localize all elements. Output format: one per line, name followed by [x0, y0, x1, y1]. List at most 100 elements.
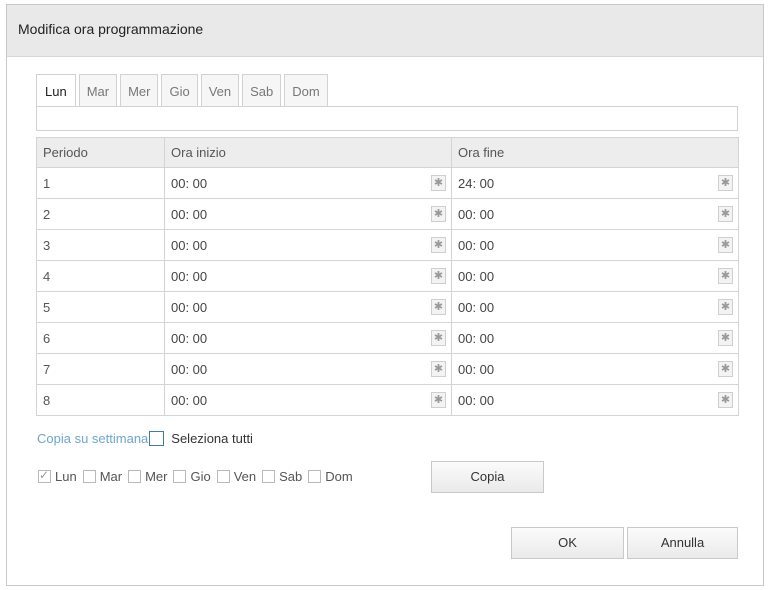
- start-time-value: 00: 00: [171, 237, 208, 253]
- column-header-end: Ora fine: [451, 137, 739, 168]
- end-time-field[interactable]: 00: 00 ✱: [451, 353, 739, 385]
- period-cell: 6: [36, 322, 165, 354]
- end-time-field[interactable]: 00: 00 ✱: [451, 291, 739, 323]
- start-time-field[interactable]: 00: 00 ✱: [164, 291, 452, 323]
- period-cell: 4: [36, 260, 165, 292]
- table-row: 1 00: 00 ✱ 24: 00 ✱: [36, 167, 739, 199]
- period-cell: 8: [36, 384, 165, 416]
- cancel-button[interactable]: Annulla: [627, 527, 738, 559]
- start-time-value: 00: 00: [171, 361, 208, 377]
- ok-button[interactable]: OK: [511, 527, 624, 559]
- start-time-value: 00: 00: [171, 175, 208, 191]
- period-cell: 5: [36, 291, 165, 323]
- end-time-field[interactable]: 00: 00 ✱: [451, 384, 739, 416]
- tab-mar[interactable]: Mar: [78, 74, 118, 107]
- clock-picker-icon[interactable]: ✱: [431, 206, 446, 222]
- start-time-field[interactable]: 00: 00 ✱: [164, 198, 452, 230]
- column-header-period: Periodo: [36, 137, 165, 168]
- table-row: 3 00: 00 ✱ 00: 00 ✱: [36, 229, 739, 261]
- copy-day-ven[interactable]: Ven: [216, 469, 256, 484]
- copy-day-lun[interactable]: Lun: [38, 468, 77, 484]
- day-checkbox-label: Lun: [55, 469, 77, 484]
- table-row: 7 00: 00 ✱ 00: 00 ✱: [36, 353, 739, 385]
- end-time-field[interactable]: 00: 00 ✱: [451, 260, 739, 292]
- day-checkbox-label: Mar: [99, 469, 123, 484]
- table-row: 2 00: 00 ✱ 00: 00 ✱: [36, 198, 739, 230]
- day-checkbox[interactable]: [262, 470, 276, 483]
- table-header-row: Periodo Ora inizio Ora fine: [36, 137, 739, 168]
- end-time-field[interactable]: 24: 00 ✱: [451, 167, 739, 199]
- start-time-value: 00: 00: [171, 392, 208, 408]
- day-checkbox[interactable]: [128, 470, 142, 483]
- tab-ven[interactable]: Ven: [200, 74, 240, 107]
- tab-mer[interactable]: Mer: [120, 74, 159, 107]
- clock-picker-icon[interactable]: ✱: [718, 361, 733, 377]
- copy-day-sab[interactable]: Sab: [262, 469, 302, 484]
- day-checkbox[interactable]: [216, 470, 230, 483]
- table-row: 6 00: 00 ✱ 00: 00 ✱: [36, 322, 739, 354]
- period-cell: 3: [36, 229, 165, 261]
- end-time-value: 00: 00: [458, 330, 495, 346]
- start-time-field[interactable]: 00: 00 ✱: [164, 167, 452, 199]
- start-time-value: 00: 00: [171, 330, 208, 346]
- start-time-field[interactable]: 00: 00 ✱: [164, 384, 452, 416]
- day-checkbox-label: Dom: [325, 469, 353, 484]
- copy-week-link[interactable]: Copia su settimana: [37, 431, 148, 446]
- end-time-value: 00: 00: [458, 268, 495, 284]
- copy-day-mer[interactable]: Mer: [128, 469, 167, 484]
- clock-picker-icon[interactable]: ✱: [718, 206, 733, 222]
- clock-picker-icon[interactable]: ✱: [718, 175, 733, 191]
- day-checkbox-label: Mer: [145, 469, 168, 484]
- end-time-value: 00: 00: [458, 206, 495, 222]
- start-time-field[interactable]: 00: 00 ✱: [164, 322, 452, 354]
- day-checkbox[interactable]: [82, 470, 96, 483]
- copy-day-dom[interactable]: Dom: [308, 469, 353, 484]
- copy-week-row: Copia su settimana Seleziona tutti: [37, 431, 253, 446]
- clock-picker-icon[interactable]: ✱: [718, 392, 733, 408]
- day-tabs: Lun Mar Mer Gio Ven Sab Dom: [36, 74, 331, 108]
- end-time-value: 00: 00: [458, 361, 495, 377]
- clock-picker-icon[interactable]: ✱: [431, 299, 446, 315]
- copy-button[interactable]: Copia: [431, 461, 544, 493]
- day-checkbox[interactable]: [173, 470, 187, 483]
- tab-sab[interactable]: Sab: [242, 74, 282, 107]
- start-time-value: 00: 00: [171, 268, 208, 284]
- start-time-field[interactable]: 00: 00 ✱: [164, 229, 452, 261]
- period-cell: 7: [36, 353, 165, 385]
- select-all-checkbox[interactable]: [149, 431, 165, 446]
- start-time-value: 00: 00: [171, 206, 208, 222]
- copy-days-row: Lun Mar Mer Gio Ven Sab Dom: [38, 468, 359, 484]
- end-time-field[interactable]: 00: 00 ✱: [451, 322, 739, 354]
- tab-dom[interactable]: Dom: [284, 74, 328, 107]
- copy-day-mar[interactable]: Mar: [82, 469, 123, 484]
- day-checkbox-label: Gio: [190, 469, 211, 484]
- copy-day-gio[interactable]: Gio: [173, 469, 211, 484]
- clock-picker-icon[interactable]: ✱: [718, 330, 733, 346]
- clock-picker-icon[interactable]: ✱: [431, 175, 446, 191]
- clock-picker-icon[interactable]: ✱: [431, 268, 446, 284]
- day-checkbox[interactable]: [38, 468, 51, 483]
- tab-panel: [36, 106, 738, 131]
- clock-picker-icon[interactable]: ✱: [431, 392, 446, 408]
- dialog-header: Modifica ora programmazione: [7, 5, 763, 57]
- clock-picker-icon[interactable]: ✱: [431, 330, 446, 346]
- end-time-field[interactable]: 00: 00 ✱: [451, 198, 739, 230]
- clock-picker-icon[interactable]: ✱: [431, 237, 446, 253]
- tab-gio[interactable]: Gio: [161, 74, 198, 107]
- start-time-field[interactable]: 00: 00 ✱: [164, 260, 452, 292]
- tab-lun[interactable]: Lun: [36, 74, 76, 108]
- clock-picker-icon[interactable]: ✱: [718, 299, 733, 315]
- start-time-field[interactable]: 00: 00 ✱: [164, 353, 452, 385]
- clock-picker-icon[interactable]: ✱: [718, 237, 733, 253]
- period-cell: 1: [36, 167, 165, 199]
- end-time-field[interactable]: 00: 00 ✱: [451, 229, 739, 261]
- clock-picker-icon[interactable]: ✱: [718, 268, 733, 284]
- schedule-table: Periodo Ora inizio Ora fine 1 00: 00 ✱ 24: …: [36, 137, 739, 416]
- end-time-value: 00: 00: [458, 237, 495, 253]
- column-header-start: Ora inizio: [164, 137, 452, 168]
- day-checkbox[interactable]: [308, 470, 322, 483]
- clock-picker-icon[interactable]: ✱: [431, 361, 446, 377]
- day-checkbox-label: Sab: [279, 469, 303, 484]
- end-time-value: 24: 00: [458, 175, 495, 191]
- period-cell: 2: [36, 198, 165, 230]
